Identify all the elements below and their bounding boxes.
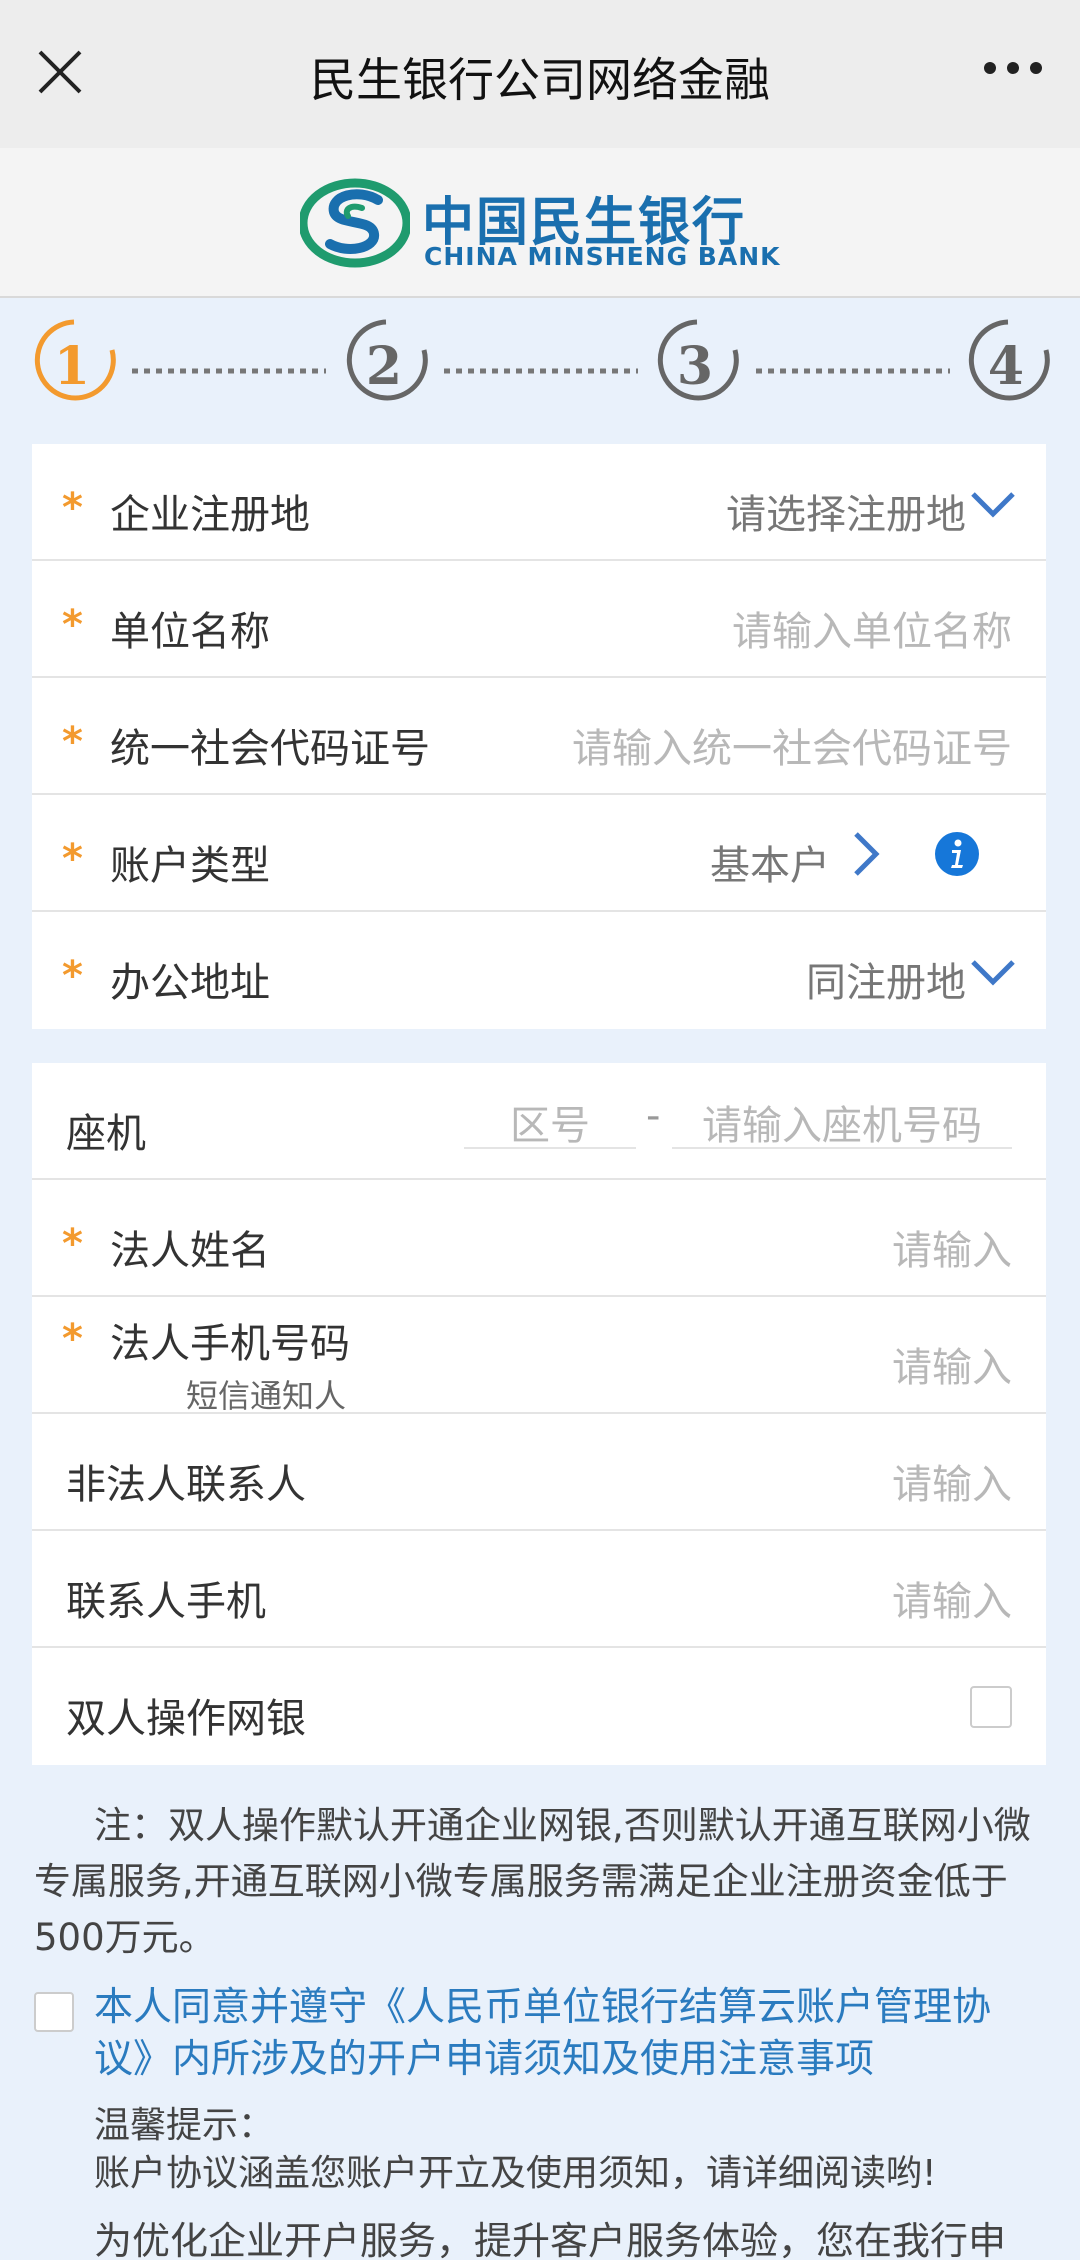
- info-icon[interactable]: [934, 831, 980, 877]
- credit-code-label: 统一社会代码证号: [110, 726, 430, 772]
- dual-operation-row: 双人操作网银: [32, 1648, 1046, 1765]
- step-1: 1: [53, 336, 91, 397]
- office-address-select[interactable]: 同注册地: [806, 950, 966, 1008]
- agreement-checkbox[interactable]: [34, 1992, 74, 2032]
- required-mark: *: [62, 602, 83, 648]
- bottom-text: 为优化企业开户服务，提升客户服务体验，您在我行申: [94, 2219, 1007, 2260]
- required-mark: *: [62, 1316, 83, 1362]
- step-3: 3: [676, 336, 714, 397]
- tips-title: 温馨提示：: [94, 2105, 275, 2146]
- contact-input[interactable]: 请输入: [892, 1452, 1012, 1510]
- legal-mobile-sublabel: 短信通知人: [186, 1377, 347, 1415]
- account-type-label: 账户类型: [110, 843, 270, 889]
- step-indicator-graphic: [34, 319, 1050, 401]
- chevron-down-icon[interactable]: [970, 490, 1016, 518]
- step-2: 2: [365, 336, 403, 397]
- chevron-down-icon[interactable]: [970, 958, 1016, 986]
- office-address-label: 办公地址: [110, 960, 270, 1006]
- account-type-select[interactable]: 基本户: [710, 833, 830, 891]
- bank-logo-banner: 中国民生银行 CHINA MINSHENG BANK: [0, 148, 1080, 298]
- contact-mobile-label: 联系人手机: [66, 1579, 266, 1625]
- company-info-card: * 企业注册地 请选择注册地 * 单位名称 请输入单位名称 * 统一社会代码证号…: [32, 444, 1046, 1029]
- required-mark: *: [62, 719, 83, 765]
- contact-mobile-input[interactable]: 请输入: [892, 1569, 1012, 1627]
- step-indicator: [0, 298, 1080, 446]
- credit-code-input[interactable]: 请输入统一社会代码证号: [572, 716, 1012, 774]
- required-mark: *: [62, 485, 83, 531]
- bank-name-en: CHINA MINSHENG BANK: [424, 242, 781, 271]
- landline-label: 座机: [66, 1111, 146, 1157]
- legal-name-input[interactable]: 请输入: [892, 1218, 1012, 1276]
- dual-operation-checkbox[interactable]: [970, 1686, 1012, 1728]
- landline-row: 座机 区号 - 请输入座机号码: [32, 1063, 1046, 1180]
- legal-mobile-input[interactable]: 请输入: [892, 1335, 1012, 1393]
- required-mark: *: [62, 836, 83, 882]
- contact-mobile-row: 联系人手机 请输入: [32, 1531, 1046, 1648]
- account-type-row[interactable]: * 账户类型 基本户: [32, 795, 1046, 912]
- area-code-input[interactable]: 区号: [464, 1093, 636, 1149]
- page-title: 民生银行公司网络金融: [310, 53, 770, 107]
- credit-code-row: * 统一社会代码证号 请输入统一社会代码证号: [32, 678, 1046, 795]
- step-4: 4: [987, 336, 1025, 397]
- org-name-label: 单位名称: [110, 609, 270, 655]
- dual-operation-label: 双人操作网银: [66, 1696, 306, 1742]
- more-icon[interactable]: [982, 56, 1044, 80]
- required-mark: *: [62, 953, 83, 999]
- landline-number-input[interactable]: 请输入座机号码: [672, 1093, 1012, 1149]
- contact-row: 非法人联系人 请输入: [32, 1414, 1046, 1531]
- legal-name-label: 法人姓名: [110, 1228, 270, 1274]
- landline-separator: -: [646, 1093, 661, 1139]
- legal-name-row: * 法人姓名 请输入: [32, 1180, 1046, 1297]
- reg-place-row[interactable]: * 企业注册地 请选择注册地: [32, 444, 1046, 561]
- legal-mobile-row: * 法人手机号码 短信通知人 请输入: [32, 1297, 1046, 1415]
- chevron-right-icon[interactable]: [852, 831, 880, 877]
- tips-text: 账户协议涵盖您账户开立及使用须知，请详细阅读哟!: [94, 2153, 937, 2194]
- note-text: 注：双人操作默认开通企业网银,否则默认开通互联网小微专属服务,开通互联网小微专属…: [34, 1804, 1031, 1959]
- reg-place-label: 企业注册地: [110, 492, 310, 538]
- bank-emblem-icon: [300, 178, 410, 268]
- org-name-input[interactable]: 请输入单位名称: [732, 599, 1012, 657]
- top-bar: 民生银行公司网络金融: [0, 0, 1080, 148]
- office-address-row[interactable]: * 办公地址 同注册地: [32, 912, 1046, 1029]
- contact-label: 非法人联系人: [66, 1462, 306, 1508]
- org-name-row: * 单位名称 请输入单位名称: [32, 561, 1046, 678]
- reg-place-select[interactable]: 请选择注册地: [726, 482, 966, 540]
- agreement-link[interactable]: 本人同意并遵守《人民币单位银行结算云账户管理协议》内所涉及的开户申请须知及使用注…: [94, 1982, 1044, 2086]
- contact-info-card: 座机 区号 - 请输入座机号码 * 法人姓名 请输入 * 法人手机号码 短信通知…: [32, 1063, 1046, 1765]
- legal-mobile-label: 法人手机号码: [110, 1321, 350, 1367]
- required-mark: *: [62, 1221, 83, 1267]
